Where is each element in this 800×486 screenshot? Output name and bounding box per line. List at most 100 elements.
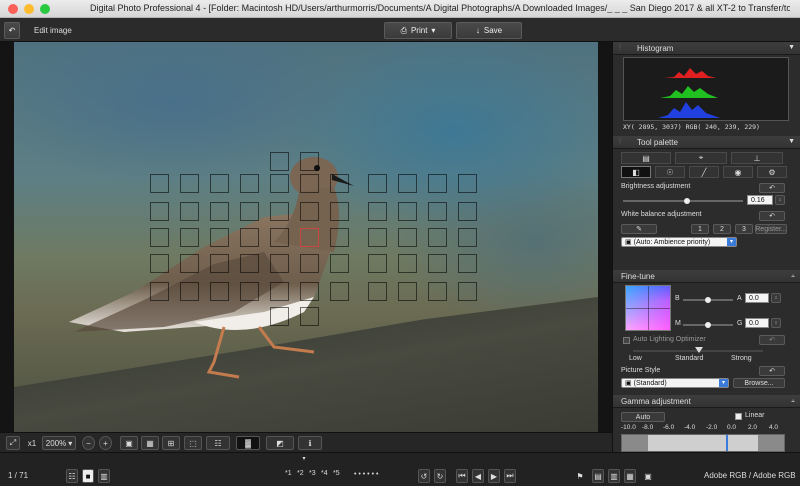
af-point — [428, 282, 447, 301]
info-button[interactable]: ℹ — [298, 436, 322, 450]
a-stepper[interactable]: ↕ — [771, 293, 781, 303]
af-point — [240, 202, 259, 221]
collapse-handle[interactable]: ▾ — [296, 454, 312, 462]
alo-checkbox[interactable] — [623, 337, 630, 344]
photo[interactable] — [14, 42, 598, 432]
tool-tab-crop[interactable]: ⌖ — [675, 152, 727, 164]
rating-button-4[interactable]: *4 — [321, 470, 328, 477]
brightness-label: Brightness adjustment — [621, 183, 691, 190]
color-grid-picker[interactable] — [625, 285, 671, 331]
chevron-down-icon: ▾ — [431, 26, 436, 35]
ba-slider-knob[interactable] — [705, 297, 711, 303]
brightness-stepper[interactable]: ↕ — [775, 195, 785, 205]
panel-toggle-3[interactable]: ▦ — [624, 469, 636, 483]
g-stepper[interactable]: ↕ — [771, 318, 781, 328]
undo-icon: ↶ — [769, 213, 775, 220]
last-image-button[interactable]: ⏭ — [504, 469, 516, 483]
panel-toggle-1[interactable]: ▤ — [592, 469, 604, 483]
wb-register-button[interactable]: Register... — [755, 224, 787, 234]
af-point — [240, 282, 259, 301]
info-display-button[interactable]: ▣ — [120, 436, 138, 450]
rotate-left-button[interactable]: ↺ — [418, 469, 430, 483]
linear-checkbox[interactable] — [735, 413, 742, 420]
a-value-input[interactable]: 0.0 — [745, 293, 769, 303]
histogram-header[interactable]: ⦙ Histogram ▼ — [613, 42, 800, 55]
picture-style-browse-button[interactable]: Browse... — [733, 378, 785, 388]
next-icon: ▶ — [490, 471, 498, 481]
prev-image-button[interactable]: ◀ — [472, 469, 484, 483]
single-view-button[interactable]: ■ — [82, 469, 94, 483]
zoom-out-button[interactable]: − — [82, 436, 95, 450]
stamp-icon: ⊥ — [753, 153, 761, 163]
af-point-toggle[interactable]: ▦ — [141, 436, 159, 450]
gamma-graph[interactable] — [621, 434, 785, 452]
alo-reset-button[interactable]: ↶ — [759, 335, 785, 345]
gamma-header[interactable]: Gamma adjustment ⫠ — [613, 395, 800, 408]
fit-screen-button[interactable]: ⤢ — [6, 436, 20, 450]
tool-tab-curve[interactable]: ╱ — [689, 166, 719, 178]
thumbnail-view-button[interactable]: ☷ — [66, 469, 78, 483]
brightness-value-input[interactable]: 0.16 — [747, 195, 773, 205]
panel-toggle-2[interactable]: ▥ — [608, 469, 620, 483]
rating-button-1[interactable]: *1 — [285, 470, 292, 477]
first-image-button[interactable]: ⏮ — [456, 469, 468, 483]
ba-slider[interactable] — [683, 297, 733, 303]
alo-slider[interactable] — [633, 347, 763, 353]
wb-preset-2[interactable]: 2 — [713, 224, 731, 234]
wb-preset-select[interactable]: ▣ (Auto: Ambience priority) ▾ — [621, 237, 737, 247]
stepper-icon: ↕ — [774, 295, 778, 301]
layout-button[interactable]: ☷ — [206, 436, 230, 450]
wb-preset-1[interactable]: 1 — [691, 224, 709, 234]
filmstrip-view-button[interactable]: ▥ — [98, 469, 110, 483]
zoom-in-button[interactable]: + — [99, 436, 112, 450]
wb-reset-button[interactable]: ↶ — [759, 211, 785, 221]
fine-tune-header[interactable]: Fine-tune ⫠ — [613, 270, 800, 283]
rating-button-2[interactable]: *2 — [297, 470, 304, 477]
tool-tab-color[interactable]: ◉ — [723, 166, 753, 178]
camera-info-button[interactable]: ⚑ — [574, 469, 586, 483]
tool-tab-settings[interactable]: ⚙ — [757, 166, 787, 178]
prev-icon: ◀ — [474, 471, 482, 481]
actual-size-button[interactable]: x1 — [24, 436, 40, 450]
rating-button-5[interactable]: *5 — [333, 470, 340, 477]
picture-style-reset-button[interactable]: ↶ — [759, 366, 785, 376]
close-window-button[interactable] — [8, 4, 18, 14]
rotate-right-button[interactable]: ↻ — [434, 469, 446, 483]
zoom-select[interactable]: 200% ▾ — [42, 436, 76, 450]
zoom-window-button[interactable] — [40, 4, 50, 14]
grid-toggle[interactable]: ⊞ — [162, 436, 180, 450]
crop-toggle[interactable]: ⬚ — [184, 436, 202, 450]
picture-style-select[interactable]: ▣ (Standard) ▾ — [621, 378, 729, 388]
minimize-window-button[interactable] — [24, 4, 34, 14]
g-value-input[interactable]: 0.0 — [745, 318, 769, 328]
tool-tab-tone[interactable]: ☉ — [655, 166, 685, 178]
brightness-slider[interactable] — [623, 198, 743, 204]
print-button[interactable]: ⎙ Print ▾ — [384, 22, 452, 39]
back-button[interactable]: ↶ — [4, 22, 20, 39]
af-point — [210, 174, 229, 193]
save-button[interactable]: ↓ Save — [456, 22, 522, 39]
highlight-warning-button[interactable]: ▓ — [236, 436, 260, 450]
rating-button-3[interactable]: *3 — [309, 470, 316, 477]
compare-button[interactable]: ◩ — [266, 436, 294, 450]
tool-tab-slideshow[interactable]: ▤ — [621, 152, 671, 164]
screenshot-button[interactable]: ▣ — [642, 469, 654, 483]
gamma-auto-button[interactable]: Auto — [621, 412, 665, 422]
brightness-slider-knob[interactable] — [684, 198, 690, 204]
image-viewer[interactable] — [0, 42, 612, 432]
gamma-marker[interactable] — [726, 435, 728, 451]
af-point — [398, 282, 417, 301]
mg-slider[interactable] — [683, 322, 733, 328]
mg-slider-knob[interactable] — [705, 322, 711, 328]
af-point — [368, 202, 387, 221]
tool-tab-stamp[interactable]: ⊥ — [731, 152, 783, 164]
alo-pointer[interactable] — [695, 347, 703, 353]
gamma-tick-label: -4.0 — [684, 424, 696, 431]
brightness-reset-button[interactable]: ↶ — [759, 183, 785, 193]
af-point — [300, 174, 319, 193]
wb-eyedropper-button[interactable]: ✎ — [621, 224, 657, 234]
next-image-button[interactable]: ▶ — [488, 469, 500, 483]
tool-tab-basic[interactable]: ◧ — [621, 166, 651, 178]
wb-preset-3[interactable]: 3 — [735, 224, 753, 234]
tool-palette-header[interactable]: ⦙ Tool palette ▼ — [613, 136, 800, 149]
